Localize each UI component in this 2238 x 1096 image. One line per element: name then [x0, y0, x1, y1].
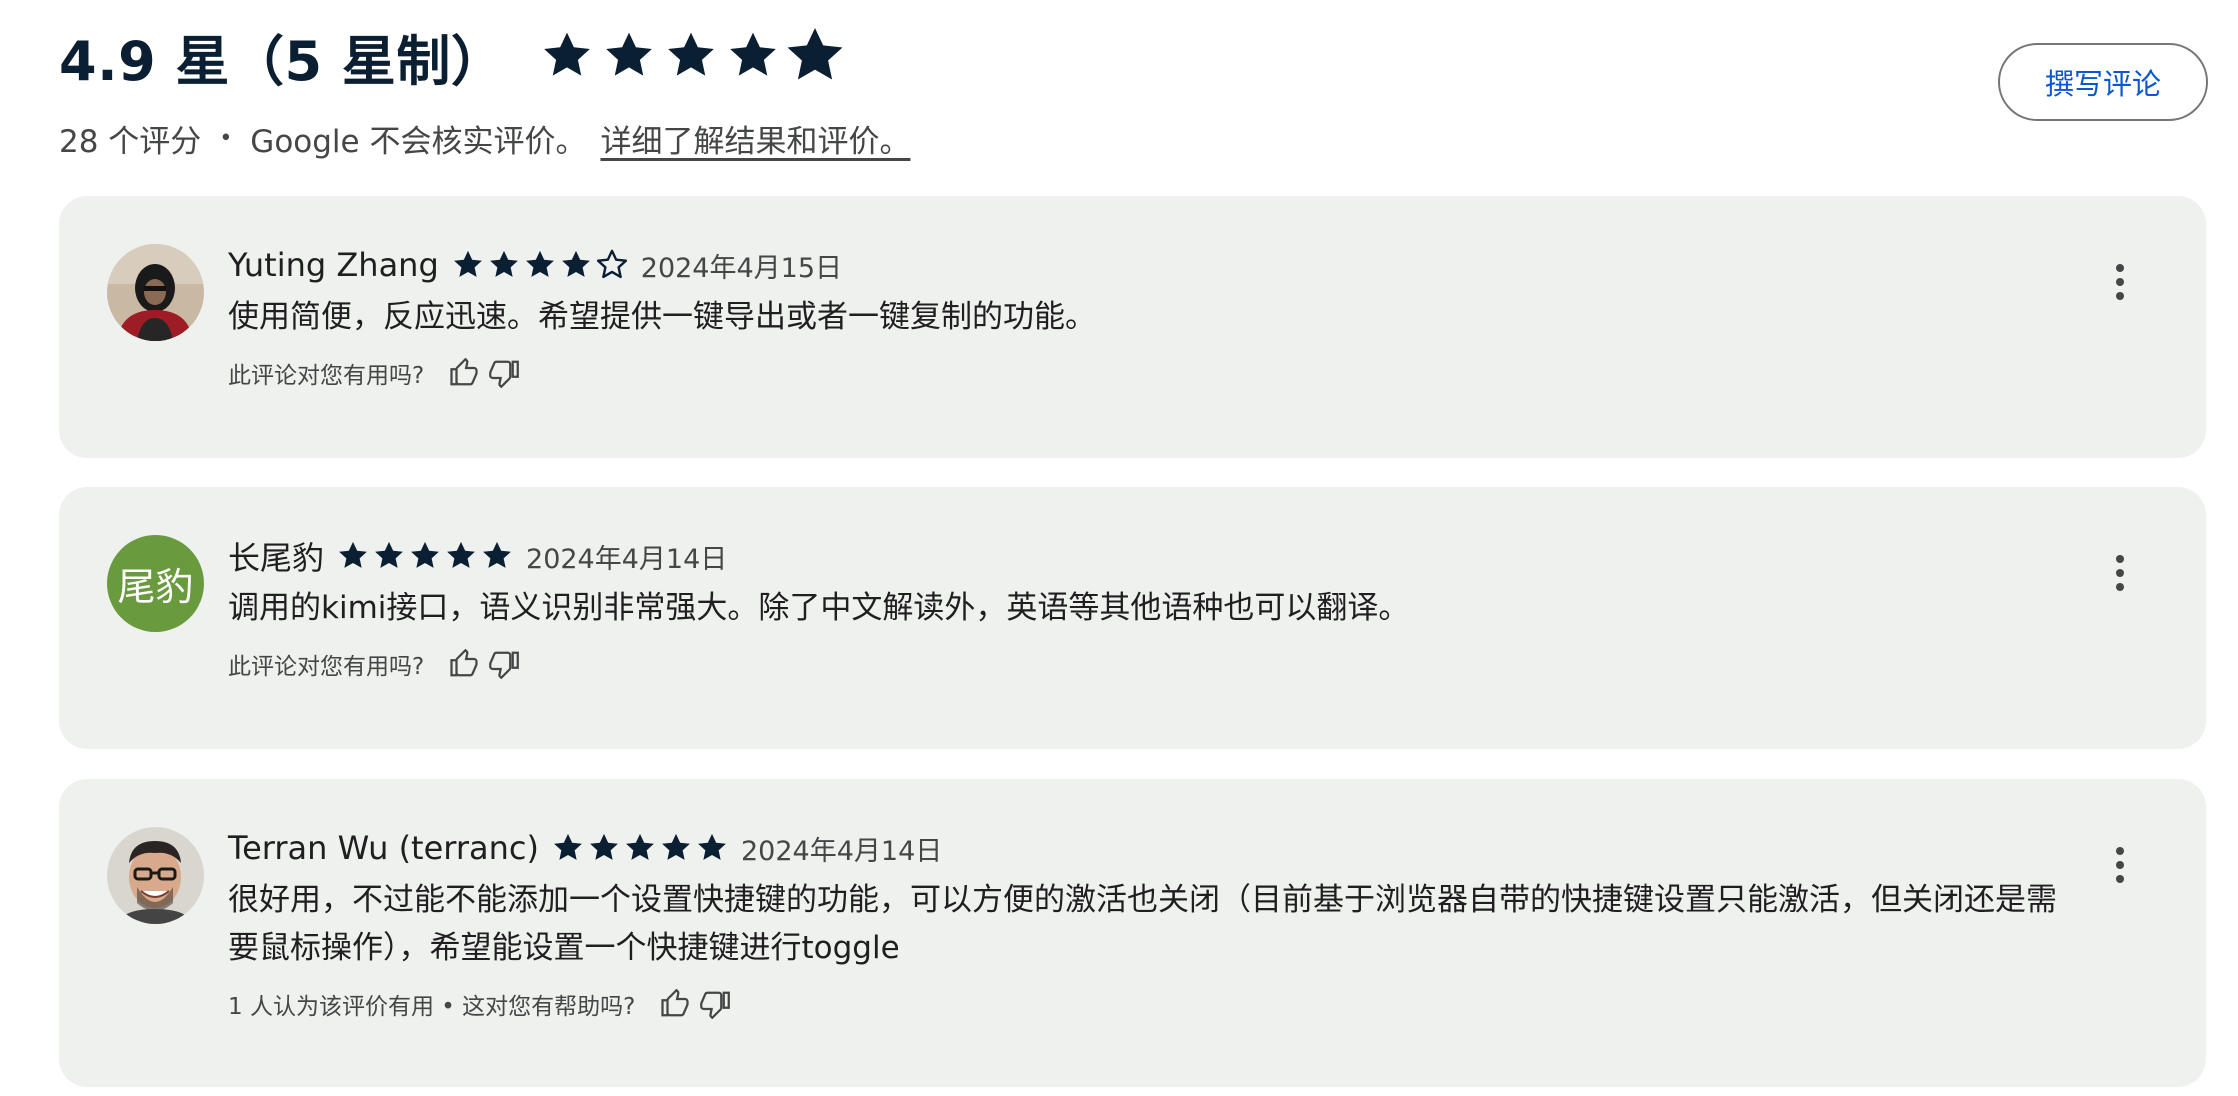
- star-icon: [698, 833, 726, 860]
- helpful-prompt: 此评论对您有用吗?: [228, 654, 425, 680]
- avatar: [107, 827, 204, 924]
- verification-note: Google 不会核实评价。: [250, 124, 587, 160]
- review-text: 很好用，不过能不能添加一个设置快捷键的功能，可以方便的激活也关闭（目前基于浏览器…: [228, 882, 2057, 966]
- star-icon: [590, 833, 618, 860]
- rating-count: 28 个评分: [59, 124, 202, 160]
- more-vert-icon[interactable]: [2100, 252, 2140, 312]
- star-icon: [339, 541, 367, 568]
- star-icon: [730, 32, 777, 76]
- avatar: 尾豹: [107, 535, 204, 632]
- rating-title: 4.9 星（5 星制）: [59, 29, 506, 93]
- rating-summary: 4.9 星（5 星制） 28 个评分 • Google 不会核实评价。 详细了解…: [59, 18, 2208, 168]
- star-icon: [483, 541, 511, 568]
- more-vert-icon[interactable]: [2100, 543, 2140, 603]
- avatar-initials: 尾豹: [107, 535, 204, 632]
- thumb-up-icon[interactable]: [444, 644, 484, 684]
- review-stars: [551, 831, 731, 865]
- helpful-prompt: 此评论对您有用吗?: [228, 363, 425, 389]
- review-date: 2024年4月14日: [741, 835, 943, 867]
- review-card: 尾豹 长尾豹 2024年4月14日 调用的kimi接口，语义识别非常强大。除了中…: [59, 487, 2206, 749]
- reviewer-name: Terran Wu (terranc): [228, 829, 539, 867]
- star-icon: [626, 833, 654, 860]
- review-date: 2024年4月15日: [640, 252, 843, 284]
- avatar: [107, 244, 204, 341]
- rating-stars: [539, 28, 849, 84]
- write-review-button[interactable]: 撰写评论: [1998, 43, 2208, 121]
- star-icon: [668, 32, 715, 76]
- review-text: 调用的kimi接口，语义识别非常强大。除了中文解读外，英语等其他语种也可以翻译。: [228, 590, 1410, 626]
- star-icon: [606, 32, 653, 76]
- helpful-prompt: 1 人认为该评价有用 • 这对您有帮助吗?: [228, 994, 636, 1020]
- review-stars: [336, 539, 516, 573]
- review-date: 2024年4月14日: [526, 543, 728, 575]
- star-icon: [411, 541, 439, 568]
- star-icon: [453, 250, 482, 277]
- star-icon: [787, 28, 843, 80]
- star-icon: [662, 833, 690, 860]
- thumb-down-icon[interactable]: [484, 353, 524, 393]
- review-stars: [451, 248, 631, 282]
- star-icon: [525, 250, 554, 277]
- thumb-down-icon[interactable]: [695, 984, 735, 1024]
- star-icon: [489, 250, 518, 277]
- review-card: Terran Wu (terranc) 2024年4月14日 很好用，不过能不能…: [59, 779, 2206, 1087]
- thumb-down-icon[interactable]: [484, 644, 524, 684]
- more-vert-icon[interactable]: [2100, 835, 2140, 895]
- thumb-up-icon[interactable]: [444, 353, 484, 393]
- review-text: 使用简便，反应迅速。希望提供一键导出或者一键复制的功能。: [228, 299, 1096, 335]
- star-icon: [554, 833, 582, 860]
- star-icon: [375, 541, 403, 568]
- star-icon: [447, 541, 475, 568]
- separator-dot: •: [219, 126, 233, 151]
- reviewer-name: 长尾豹: [228, 539, 325, 577]
- thumb-up-icon[interactable]: [655, 984, 695, 1024]
- learn-more-link[interactable]: 详细了解结果和评价。: [600, 116, 910, 161]
- review-card: Yuting Zhang 2024年4月15日 使用简便，反应迅速。希望提供一键…: [59, 196, 2206, 458]
- star-icon: [544, 32, 591, 76]
- reviewer-name: Yuting Zhang: [228, 246, 439, 284]
- star-icon: [596, 249, 627, 279]
- star-icon: [561, 250, 590, 277]
